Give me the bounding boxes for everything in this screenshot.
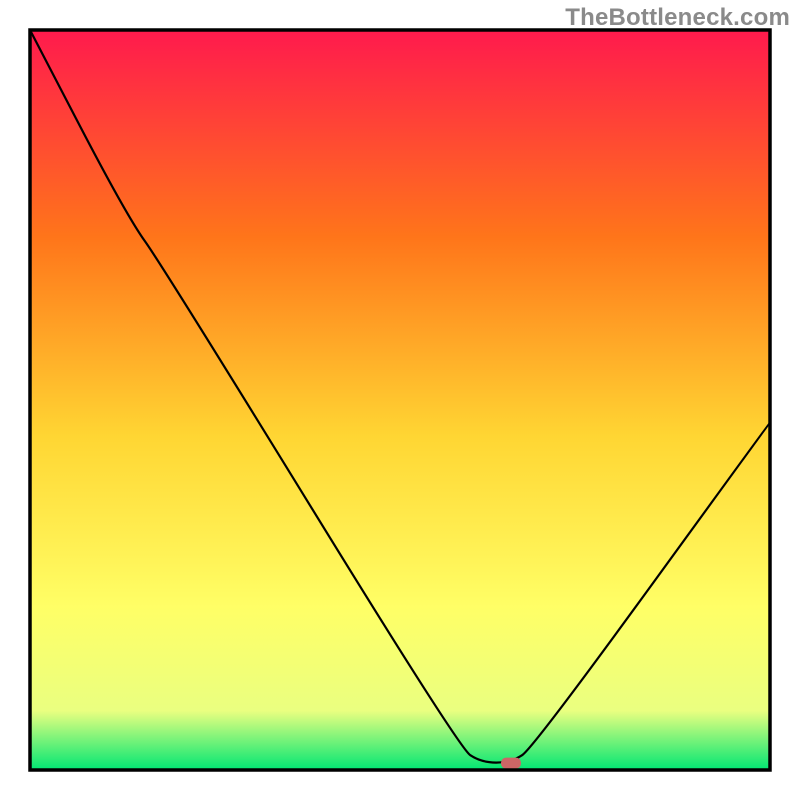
watermark-text: TheBottleneck.com (565, 4, 790, 32)
bottleneck-chart: TheBottleneck.com (0, 0, 800, 800)
gradient-background (30, 30, 770, 770)
chart-svg (0, 0, 800, 800)
optimal-marker (501, 758, 521, 769)
